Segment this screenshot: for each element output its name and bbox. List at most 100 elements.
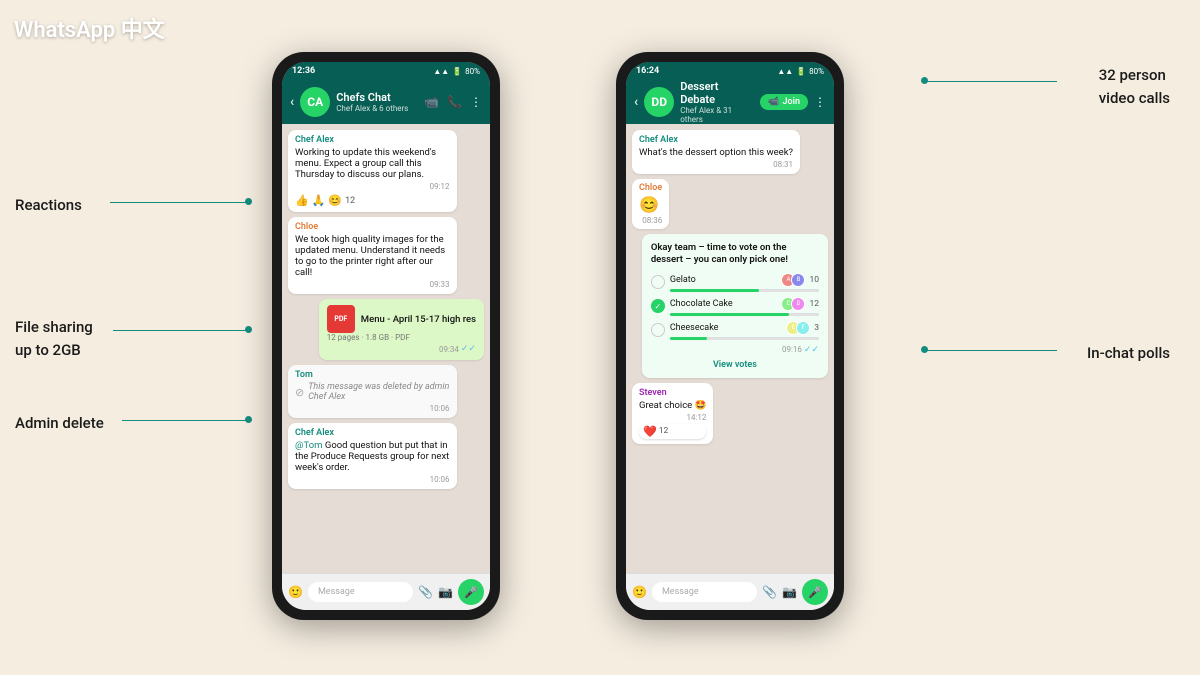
choc-count: 12 — [809, 299, 819, 309]
annotation-reactions: Reactions — [15, 196, 82, 214]
at-mention: @Tom — [295, 440, 323, 451]
chat-input-left: 🙂 Message 📎 📷 🎤 — [282, 573, 490, 610]
avatar-left: CA — [300, 87, 330, 117]
message-input-right[interactable]: Message — [652, 582, 757, 602]
reaction-row-1: 👍 🙏 😊 12 — [295, 194, 450, 207]
choc-bar-wrap — [670, 313, 819, 316]
message-chloe-1: Chloe We took high quality images for th… — [288, 217, 457, 294]
poll-option-cheese-wrap: Cheesecake E F 3 — [670, 321, 819, 340]
attach-icon-right[interactable]: 📎 — [762, 585, 777, 599]
file-meta: 12 pages · 1.8 GB · PDF — [327, 333, 476, 342]
poll-cheese-row: Cheesecake E F 3 — [670, 321, 819, 335]
file-ticks: ✓✓ — [461, 344, 476, 354]
choc-votes: C D 12 — [781, 297, 819, 311]
message-input-left[interactable]: Message — [308, 582, 413, 602]
choc-bar — [670, 313, 789, 316]
menu-icon-right[interactable]: ⋮ — [814, 95, 826, 109]
status-bar-left: 12:36 ▲▲ 🔋 80% — [282, 62, 490, 80]
file-bubble: PDF Menu - April 15-17 high res 12 pages… — [319, 299, 484, 360]
annotation-polls: In-chat polls — [1087, 344, 1170, 362]
back-icon-right[interactable]: ‹ — [634, 94, 638, 110]
avatar-sm-6: F — [796, 321, 810, 335]
pdf-icon: PDF — [327, 305, 355, 333]
reply-bubble: Chef Alex @Tom Good question but put tha… — [288, 423, 457, 489]
message-chloe-right: Chloe 😊 08:36 — [632, 179, 669, 229]
emoji-icon-left[interactable]: 🙂 — [288, 585, 303, 599]
poll-option-choc[interactable]: ✓ Chocolate Cake C D 12 — [651, 297, 819, 316]
reply-time: 10:06 — [295, 475, 450, 484]
gelato-bar — [670, 289, 760, 292]
annotation-admin-line — [122, 420, 248, 421]
annotation-video-calls: 32 personvideo calls — [1099, 64, 1170, 109]
msg-text-steven: Great choice 🤩 — [639, 400, 706, 411]
annotation-admin-delete: Admin delete — [15, 414, 104, 432]
chat-sub-right: Chef Alex & 31 others — [680, 106, 754, 124]
poll-ticks: ✓✓ — [804, 345, 819, 355]
battery-right: 80% — [809, 67, 824, 76]
msg-text-1: Working to update this weekend's menu. E… — [295, 147, 450, 180]
chat-header-left: ‹ CA Chefs Chat Chef Alex & 6 others 📹 📞… — [282, 80, 490, 124]
sender-chloe: Chloe — [295, 222, 450, 232]
mic-button-left[interactable]: 🎤 — [458, 579, 484, 605]
annotation-video-line — [927, 81, 1057, 82]
message-chef-alex-1: Chef Alex Working to update this weekend… — [288, 130, 457, 212]
gelato-avatars: A B — [785, 273, 805, 287]
deleted-text: This message was deleted by admin Chef A… — [308, 382, 449, 402]
phone-right: 16:24 ▲▲ 🔋 80% ‹ DD Dessert Debate Chef … — [616, 52, 844, 620]
poll-option-gelato[interactable]: Gelato A B 10 — [651, 273, 819, 292]
time-left: 12:36 — [292, 66, 315, 76]
header-info-right: Dessert Debate Chef Alex & 31 others — [680, 80, 754, 124]
menu-icon-left[interactable]: ⋮ — [470, 95, 482, 109]
poll-check-choc: ✓ — [651, 299, 665, 313]
video-call-icon[interactable]: 📹 — [424, 95, 439, 109]
poll-bubble: Okay team – time to vote on the dessert … — [642, 234, 828, 378]
message-chef-alex-right: Chef Alex What's the dessert option this… — [632, 130, 800, 174]
sender-chef-alex: Chef Alex — [295, 135, 450, 145]
camera-icon-right[interactable]: 📷 — [782, 585, 797, 599]
steven-time: 14:12 — [639, 413, 706, 422]
chat-name-left: Chefs Chat — [336, 91, 418, 104]
mic-button-right[interactable]: 🎤 — [802, 579, 828, 605]
signal-icon-right: ▲▲ — [777, 67, 793, 76]
video-join-icon: 📹 — [768, 97, 779, 107]
view-votes-btn[interactable]: View votes — [713, 360, 757, 370]
header-info-left: Chefs Chat Chef Alex & 6 others — [336, 91, 418, 113]
msg-text-right-1: What's the dessert option this week? — [639, 147, 793, 158]
steven-reaction: ❤️ 12 — [639, 424, 706, 439]
poll-option-choc-wrap: Chocolate Cake C D 12 — [670, 297, 819, 316]
phone-left: 12:36 ▲▲ 🔋 80% ‹ CA Chefs Chat Chef Alex… — [272, 52, 500, 620]
reaction-pray: 🙏 — [312, 194, 326, 207]
message-steven: Steven Great choice 🤩 14:12 ❤️ 12 — [632, 383, 713, 444]
gelato-bar-wrap — [670, 289, 819, 292]
heart-emoji: ❤️ — [643, 425, 657, 438]
reaction-smile: 😊 — [328, 194, 342, 207]
join-button[interactable]: 📹 Join — [760, 94, 808, 110]
annotation-video-dot — [921, 77, 928, 84]
msg-time-2: 09:33 — [295, 280, 450, 289]
file-row: PDF Menu - April 15-17 high res — [327, 305, 476, 333]
chat-body-right: Chef Alex What's the dessert option this… — [626, 124, 834, 573]
msg-time-right-1: 08:31 — [639, 160, 793, 169]
annotation-polls-line — [927, 350, 1057, 351]
sender-tom: Tom — [295, 370, 450, 380]
gelato-count: 10 — [809, 275, 819, 285]
file-name: Menu - April 15-17 high res — [361, 314, 476, 325]
poll-title: Okay team – time to vote on the dessert … — [651, 242, 819, 267]
status-icons-left: ▲▲ 🔋 80% — [433, 67, 480, 76]
status-bar-right: 16:24 ▲▲ 🔋 80% — [626, 62, 834, 80]
chat-header-right: ‹ DD Dessert Debate Chef Alex & 31 other… — [626, 80, 834, 124]
poll-time: 09:16 ✓✓ — [651, 345, 819, 355]
status-icons-right: ▲▲ 🔋 80% — [777, 67, 824, 76]
chat-sub-left: Chef Alex & 6 others — [336, 104, 418, 113]
gelato-label: Gelato — [670, 275, 782, 285]
poll-option-cheese[interactable]: Cheesecake E F 3 — [651, 321, 819, 340]
voice-call-icon[interactable]: 📞 — [447, 95, 462, 109]
back-icon-left[interactable]: ‹ — [290, 94, 294, 110]
battery-left: 80% — [465, 67, 480, 76]
poll-footer: View votes — [651, 360, 819, 370]
attach-icon-left[interactable]: 📎 — [418, 585, 433, 599]
camera-icon-left[interactable]: 📷 — [438, 585, 453, 599]
brand-title: WhatsApp 中文 — [14, 12, 165, 44]
emoji-icon-right[interactable]: 🙂 — [632, 585, 647, 599]
sender-chef-alex-right: Chef Alex — [639, 135, 793, 145]
